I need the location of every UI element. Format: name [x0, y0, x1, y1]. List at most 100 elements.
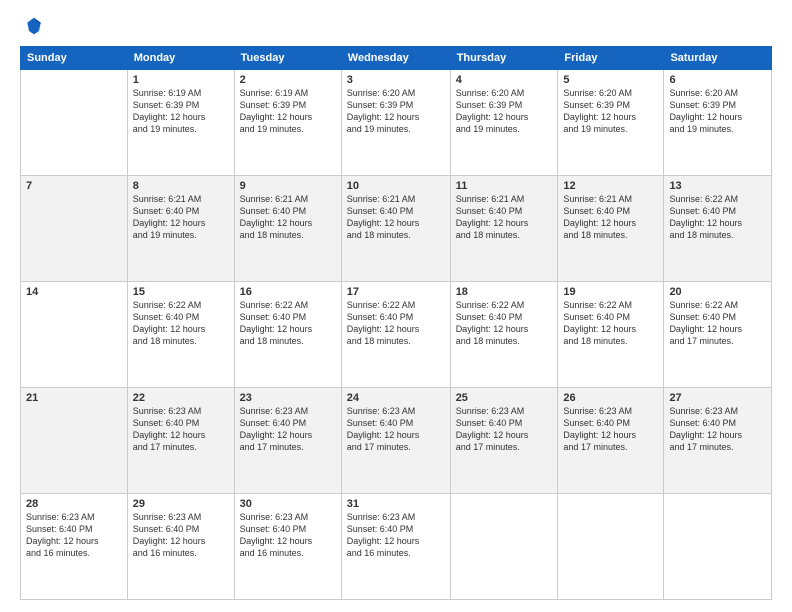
- day-header-saturday: Saturday: [664, 47, 772, 70]
- calendar-week-1: 78Sunrise: 6:21 AMSunset: 6:40 PMDayligh…: [21, 176, 772, 282]
- day-number: 18: [456, 286, 553, 298]
- day-number: 5: [563, 74, 658, 86]
- day-info: Sunrise: 6:21 AMSunset: 6:40 PMDaylight:…: [456, 193, 553, 242]
- day-info: Sunrise: 6:23 AMSunset: 6:40 PMDaylight:…: [133, 405, 229, 454]
- page: SundayMondayTuesdayWednesdayThursdayFrid…: [0, 0, 792, 612]
- day-number: 12: [563, 180, 658, 192]
- calendar-cell: 7: [21, 176, 128, 282]
- calendar-cell: 20Sunrise: 6:22 AMSunset: 6:40 PMDayligh…: [664, 282, 772, 388]
- day-info: Sunrise: 6:20 AMSunset: 6:39 PMDaylight:…: [347, 87, 445, 136]
- calendar-cell: 23Sunrise: 6:23 AMSunset: 6:40 PMDayligh…: [234, 388, 341, 494]
- calendar-cell: 29Sunrise: 6:23 AMSunset: 6:40 PMDayligh…: [127, 494, 234, 600]
- day-info: Sunrise: 6:23 AMSunset: 6:40 PMDaylight:…: [456, 405, 553, 454]
- day-number: 27: [669, 392, 766, 404]
- day-number: 23: [240, 392, 336, 404]
- day-number: 13: [669, 180, 766, 192]
- calendar-week-2: 1415Sunrise: 6:22 AMSunset: 6:40 PMDayli…: [21, 282, 772, 388]
- calendar-week-3: 2122Sunrise: 6:23 AMSunset: 6:40 PMDayli…: [21, 388, 772, 494]
- day-info: Sunrise: 6:22 AMSunset: 6:40 PMDaylight:…: [563, 299, 658, 348]
- calendar-table: SundayMondayTuesdayWednesdayThursdayFrid…: [20, 46, 772, 600]
- calendar-week-4: 28Sunrise: 6:23 AMSunset: 6:40 PMDayligh…: [21, 494, 772, 600]
- day-number: 24: [347, 392, 445, 404]
- calendar-cell: 25Sunrise: 6:23 AMSunset: 6:40 PMDayligh…: [450, 388, 558, 494]
- day-info: Sunrise: 6:19 AMSunset: 6:39 PMDaylight:…: [240, 87, 336, 136]
- day-number: 29: [133, 498, 229, 510]
- calendar-cell: 22Sunrise: 6:23 AMSunset: 6:40 PMDayligh…: [127, 388, 234, 494]
- day-info: Sunrise: 6:22 AMSunset: 6:40 PMDaylight:…: [240, 299, 336, 348]
- calendar-cell: [664, 494, 772, 600]
- calendar-cell: 5Sunrise: 6:20 AMSunset: 6:39 PMDaylight…: [558, 70, 664, 176]
- calendar-cell: 19Sunrise: 6:22 AMSunset: 6:40 PMDayligh…: [558, 282, 664, 388]
- calendar-cell: 6Sunrise: 6:20 AMSunset: 6:39 PMDaylight…: [664, 70, 772, 176]
- day-number: 19: [563, 286, 658, 298]
- day-number: 8: [133, 180, 229, 192]
- day-info: Sunrise: 6:21 AMSunset: 6:40 PMDaylight:…: [347, 193, 445, 242]
- calendar-cell: [450, 494, 558, 600]
- day-number: 1: [133, 74, 229, 86]
- day-info: Sunrise: 6:21 AMSunset: 6:40 PMDaylight:…: [563, 193, 658, 242]
- header: [20, 16, 772, 36]
- calendar-cell: 27Sunrise: 6:23 AMSunset: 6:40 PMDayligh…: [664, 388, 772, 494]
- calendar-cell: 28Sunrise: 6:23 AMSunset: 6:40 PMDayligh…: [21, 494, 128, 600]
- calendar-cell: 3Sunrise: 6:20 AMSunset: 6:39 PMDaylight…: [341, 70, 450, 176]
- day-number: 9: [240, 180, 336, 192]
- day-info: Sunrise: 6:23 AMSunset: 6:40 PMDaylight:…: [240, 511, 336, 560]
- day-number: 17: [347, 286, 445, 298]
- day-info: Sunrise: 6:22 AMSunset: 6:40 PMDaylight:…: [669, 193, 766, 242]
- day-info: Sunrise: 6:20 AMSunset: 6:39 PMDaylight:…: [669, 87, 766, 136]
- calendar-cell: 10Sunrise: 6:21 AMSunset: 6:40 PMDayligh…: [341, 176, 450, 282]
- day-info: Sunrise: 6:21 AMSunset: 6:40 PMDaylight:…: [133, 193, 229, 242]
- day-info: Sunrise: 6:20 AMSunset: 6:39 PMDaylight:…: [456, 87, 553, 136]
- calendar-cell: 9Sunrise: 6:21 AMSunset: 6:40 PMDaylight…: [234, 176, 341, 282]
- day-number: 21: [26, 392, 122, 404]
- logo-area: [20, 16, 46, 36]
- day-info: Sunrise: 6:22 AMSunset: 6:40 PMDaylight:…: [456, 299, 553, 348]
- day-info: Sunrise: 6:23 AMSunset: 6:40 PMDaylight:…: [133, 511, 229, 560]
- calendar-cell: 26Sunrise: 6:23 AMSunset: 6:40 PMDayligh…: [558, 388, 664, 494]
- calendar-cell: 18Sunrise: 6:22 AMSunset: 6:40 PMDayligh…: [450, 282, 558, 388]
- calendar-cell: 1Sunrise: 6:19 AMSunset: 6:39 PMDaylight…: [127, 70, 234, 176]
- day-info: Sunrise: 6:22 AMSunset: 6:40 PMDaylight:…: [133, 299, 229, 348]
- day-number: 28: [26, 498, 122, 510]
- calendar-cell: 11Sunrise: 6:21 AMSunset: 6:40 PMDayligh…: [450, 176, 558, 282]
- logo: [20, 16, 46, 36]
- day-number: 6: [669, 74, 766, 86]
- day-info: Sunrise: 6:23 AMSunset: 6:40 PMDaylight:…: [26, 511, 122, 560]
- day-info: Sunrise: 6:23 AMSunset: 6:40 PMDaylight:…: [347, 405, 445, 454]
- day-number: 2: [240, 74, 336, 86]
- day-header-monday: Monday: [127, 47, 234, 70]
- calendar-cell: 2Sunrise: 6:19 AMSunset: 6:39 PMDaylight…: [234, 70, 341, 176]
- day-number: 20: [669, 286, 766, 298]
- day-header-tuesday: Tuesday: [234, 47, 341, 70]
- day-number: 11: [456, 180, 553, 192]
- day-header-friday: Friday: [558, 47, 664, 70]
- day-info: Sunrise: 6:20 AMSunset: 6:39 PMDaylight:…: [563, 87, 658, 136]
- calendar-cell: 17Sunrise: 6:22 AMSunset: 6:40 PMDayligh…: [341, 282, 450, 388]
- calendar-cell: 24Sunrise: 6:23 AMSunset: 6:40 PMDayligh…: [341, 388, 450, 494]
- day-number: 26: [563, 392, 658, 404]
- calendar-cell: 31Sunrise: 6:23 AMSunset: 6:40 PMDayligh…: [341, 494, 450, 600]
- calendar-cell: 8Sunrise: 6:21 AMSunset: 6:40 PMDaylight…: [127, 176, 234, 282]
- calendar-cell: 12Sunrise: 6:21 AMSunset: 6:40 PMDayligh…: [558, 176, 664, 282]
- day-header-wednesday: Wednesday: [341, 47, 450, 70]
- day-number: 4: [456, 74, 553, 86]
- logo-icon: [24, 16, 44, 36]
- day-info: Sunrise: 6:23 AMSunset: 6:40 PMDaylight:…: [347, 511, 445, 560]
- day-number: 22: [133, 392, 229, 404]
- calendar-week-0: 1Sunrise: 6:19 AMSunset: 6:39 PMDaylight…: [21, 70, 772, 176]
- day-info: Sunrise: 6:22 AMSunset: 6:40 PMDaylight:…: [669, 299, 766, 348]
- day-number: 16: [240, 286, 336, 298]
- calendar-cell: 13Sunrise: 6:22 AMSunset: 6:40 PMDayligh…: [664, 176, 772, 282]
- day-number: 10: [347, 180, 445, 192]
- calendar-header-row: SundayMondayTuesdayWednesdayThursdayFrid…: [21, 47, 772, 70]
- day-info: Sunrise: 6:19 AMSunset: 6:39 PMDaylight:…: [133, 87, 229, 136]
- calendar-cell: 16Sunrise: 6:22 AMSunset: 6:40 PMDayligh…: [234, 282, 341, 388]
- day-info: Sunrise: 6:21 AMSunset: 6:40 PMDaylight:…: [240, 193, 336, 242]
- calendar-cell: 21: [21, 388, 128, 494]
- day-number: 14: [26, 286, 122, 298]
- calendar-cell: [21, 70, 128, 176]
- day-number: 15: [133, 286, 229, 298]
- calendar-cell: 14: [21, 282, 128, 388]
- calendar-cell: 15Sunrise: 6:22 AMSunset: 6:40 PMDayligh…: [127, 282, 234, 388]
- calendar-cell: [558, 494, 664, 600]
